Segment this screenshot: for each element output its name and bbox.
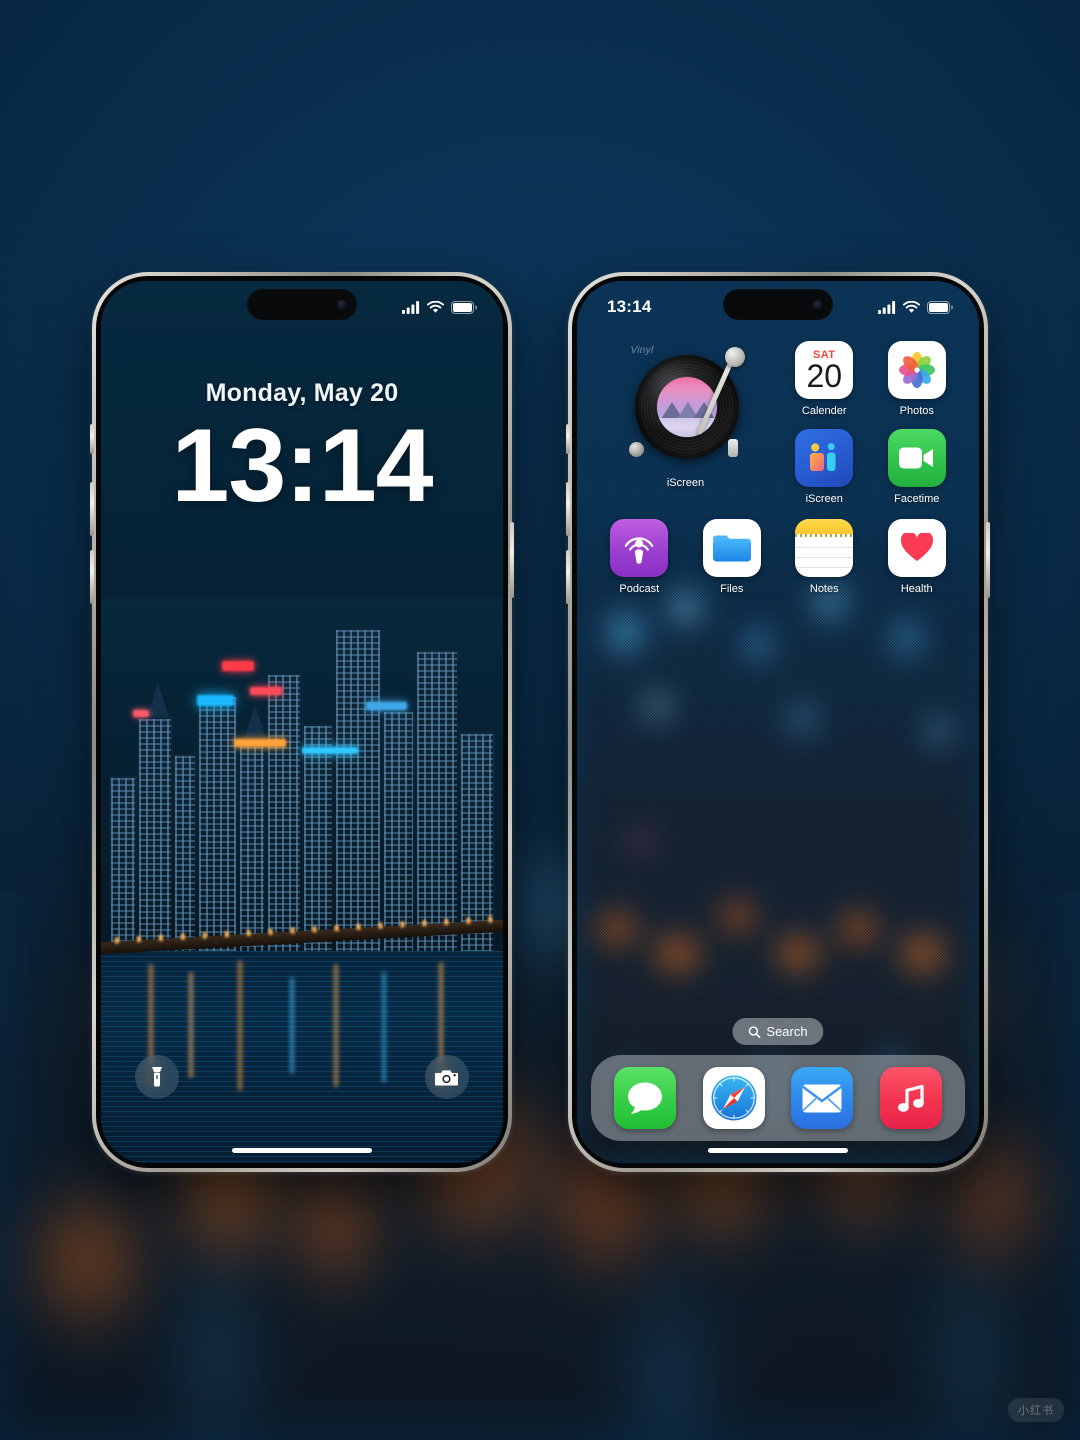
dock [591, 1055, 965, 1141]
lock-screen-actions [101, 1055, 503, 1099]
app-health[interactable]: Health [871, 519, 964, 595]
app-label-photos: Photos [899, 405, 934, 417]
search-button[interactable]: Search [732, 1018, 824, 1045]
app-label-facetime: Facetime [894, 493, 940, 505]
app-files[interactable]: Files [686, 519, 779, 595]
photos-icon [887, 341, 946, 399]
app-calendar[interactable]: SAT 20 Calender [778, 341, 871, 417]
turntable-knob[interactable] [628, 442, 644, 457]
grid-row-top: Vinyl iScreen SAT 20 Calender Photos iSc… [593, 341, 963, 505]
photos-pinwheel-icon [898, 352, 935, 388]
lock-status-bar [101, 281, 503, 323]
camera-icon [435, 1069, 458, 1085]
app-label-health: Health [900, 583, 933, 595]
app-photos[interactable]: Photos [871, 341, 964, 417]
search-icon [748, 1025, 761, 1038]
vinyl-widget-title: Vinyl [630, 345, 654, 356]
envelope-icon [802, 1084, 843, 1112]
lock-screen-date: Monday, May 20 [205, 379, 399, 407]
music-icon[interactable] [879, 1067, 942, 1129]
folder-icon [712, 535, 751, 562]
cellular-signal-icon [878, 300, 896, 314]
iscreen-glyph-icon [810, 443, 836, 471]
safari-icon[interactable] [702, 1067, 765, 1129]
power-button-right[interactable] [986, 522, 990, 598]
tonearm-pivot [724, 347, 745, 367]
notes-header-band [795, 519, 854, 535]
vinyl-widget-label: iScreen [666, 477, 705, 489]
facetime-icon [887, 429, 946, 487]
notes-ruled-lines [795, 537, 854, 577]
wifi-icon [903, 300, 920, 313]
turntable-slider[interactable] [727, 439, 738, 457]
lock-screen-clock: 13:14 [171, 408, 434, 524]
music-note-icon [897, 1084, 924, 1112]
app-label-podcast: Podcast [619, 583, 660, 595]
messages-icon[interactable] [614, 1067, 677, 1129]
home-screen-phone: 13:14 Vinyl iScreen SAT 20 Calender Phot… [566, 272, 990, 1172]
grid-row-3: Podcast Files Notes Health [593, 519, 963, 595]
grid-row-1: SAT 20 Calender Photos [778, 341, 963, 417]
app-label-calendar: Calender [801, 405, 847, 417]
vinyl-widget-cell[interactable]: Vinyl iScreen [593, 341, 778, 489]
flashlight-icon [152, 1067, 162, 1087]
lock-screen-phone: Monday, May 20 13:14 [90, 272, 514, 1172]
vinyl-record [634, 355, 739, 459]
volume-down-button-right[interactable] [566, 550, 570, 604]
power-button-left[interactable] [510, 522, 514, 598]
app-label-notes: Notes [809, 583, 839, 595]
flashlight-button[interactable] [135, 1055, 179, 1099]
app-podcast[interactable]: Podcast [593, 519, 686, 595]
messages-bubble-icon [628, 1082, 663, 1114]
files-icon [702, 519, 761, 577]
notes-icon [795, 519, 854, 577]
iscreen-icon [795, 429, 854, 487]
home-indicator-left[interactable] [232, 1148, 372, 1153]
app-label-files: Files [720, 583, 744, 595]
app-iscreen[interactable]: iScreen [778, 429, 871, 505]
battery-icon [451, 300, 477, 314]
podcast-icon [610, 519, 669, 577]
search-label: Search [766, 1024, 808, 1039]
lock-screen-display[interactable]: Monday, May 20 13:14 [101, 281, 503, 1163]
calendar-day: 20 [806, 358, 843, 394]
status-time-right: 13:14 [607, 297, 652, 316]
volume-up-button-left[interactable] [90, 482, 94, 536]
watermark-badge: 小红书 [1008, 1398, 1064, 1422]
facetime-camera-icon [898, 447, 933, 469]
camera-button[interactable] [425, 1055, 469, 1099]
silent-switch-left[interactable] [90, 424, 94, 454]
home-screen-app-grid: Vinyl iScreen SAT 20 Calender Photos iSc… [577, 341, 979, 595]
vinyl-widget[interactable]: Vinyl [621, 341, 751, 471]
health-icon [887, 519, 946, 577]
volume-down-button-left[interactable] [90, 550, 94, 604]
podcast-glyph-icon [624, 537, 654, 564]
wifi-icon [427, 300, 444, 313]
safari-compass-icon [711, 1075, 757, 1121]
volume-up-button-right[interactable] [566, 482, 570, 536]
cellular-signal-icon [402, 300, 420, 314]
silent-switch-right[interactable] [566, 424, 570, 454]
home-screen-display[interactable]: 13:14 Vinyl iScreen SAT 20 Calender Phot… [577, 281, 979, 1163]
home-status-bar: 13:14 [577, 281, 979, 323]
app-notes[interactable]: Notes [778, 519, 871, 595]
calendar-icon: SAT 20 [795, 341, 854, 399]
grid-row-2: iScreen Facetime [778, 429, 963, 505]
app-label-iscreen: iScreen [805, 493, 843, 505]
wallpaper-city-skyline [101, 598, 503, 969]
heart-icon [900, 533, 933, 561]
mail-icon[interactable] [791, 1067, 854, 1129]
app-facetime[interactable]: Facetime [871, 429, 964, 505]
home-indicator-right[interactable] [708, 1148, 848, 1153]
battery-icon [927, 300, 953, 314]
